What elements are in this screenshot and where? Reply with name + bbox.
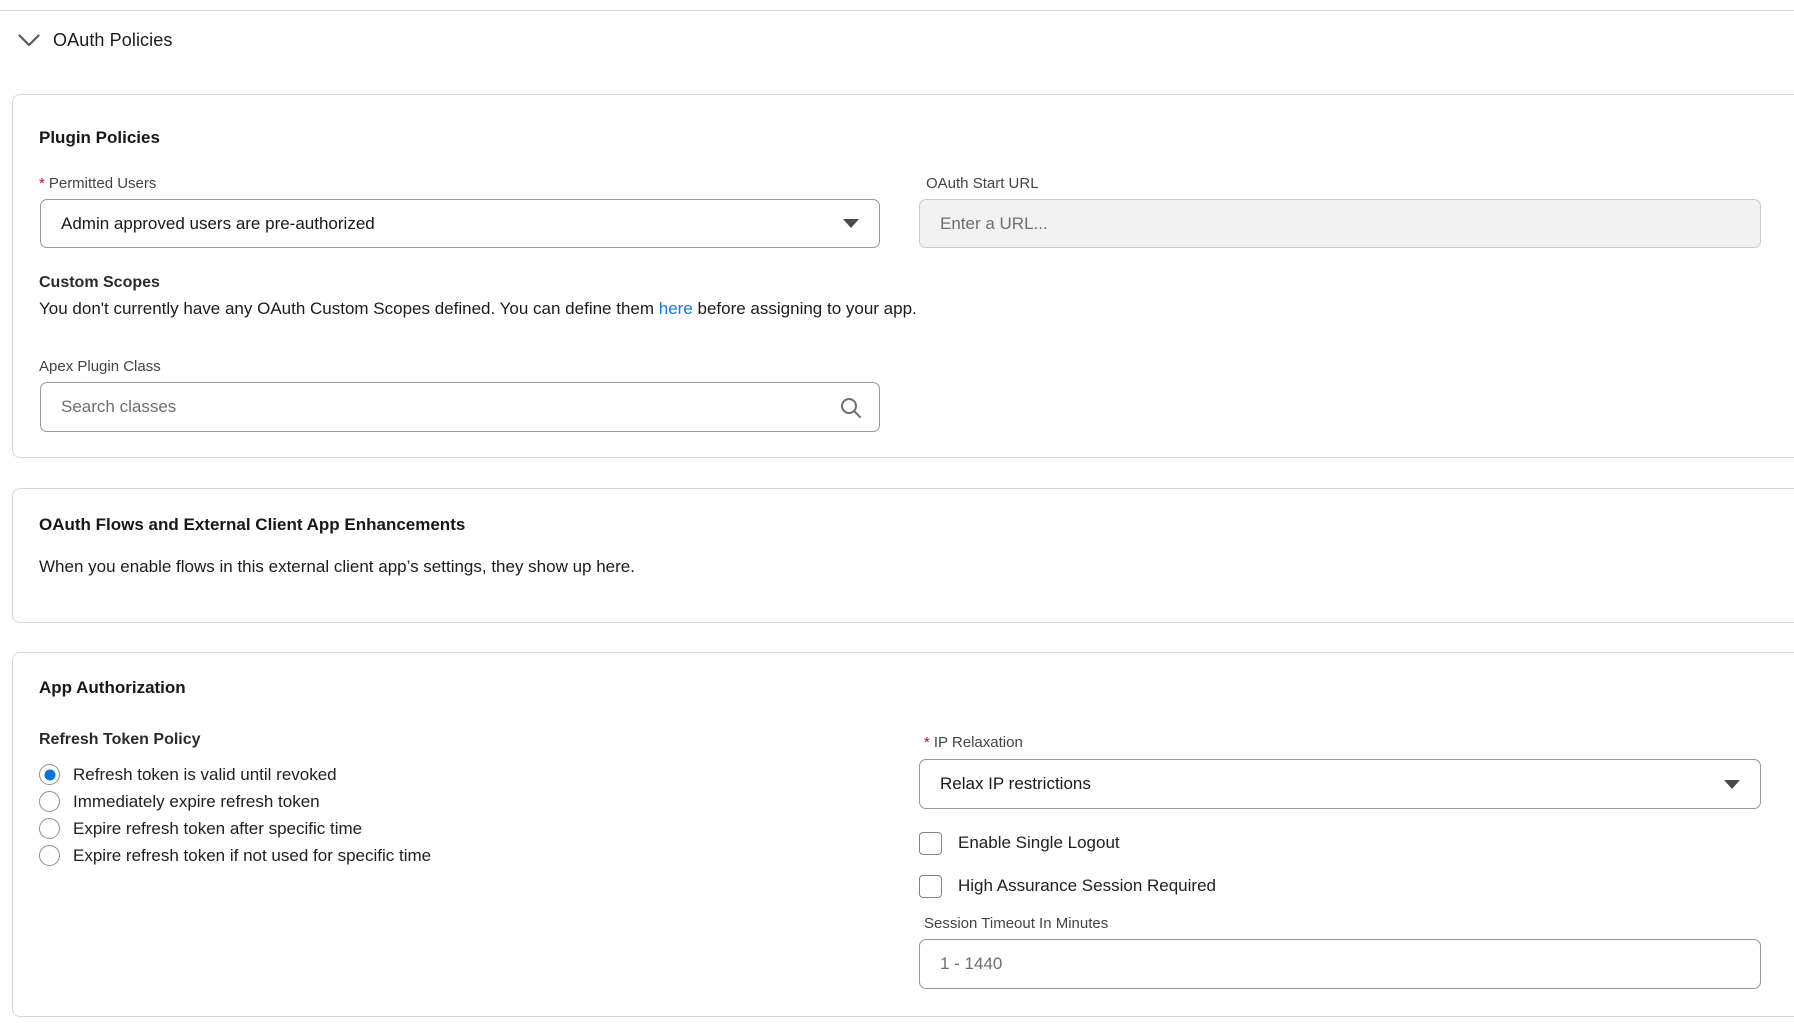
apex-plugin-class-search-input[interactable] <box>40 382 880 432</box>
radio-option-valid-until-revoked[interactable]: Refresh token is valid until revoked <box>39 761 431 788</box>
checkbox-label: High Assurance Session Required <box>958 876 1216 896</box>
enable-single-logout-row[interactable]: Enable Single Logout <box>919 831 1120 855</box>
required-asterisk: * <box>924 734 930 751</box>
plugin-policies-card: Plugin Policies *Permitted Users Admin a… <box>12 94 1794 458</box>
oauth-policies-section-header[interactable]: OAuth Policies <box>18 30 172 51</box>
chevron-down-icon[interactable] <box>18 34 40 47</box>
enable-single-logout-checkbox[interactable] <box>919 832 942 855</box>
oauth-flows-card: OAuth Flows and External Client App Enha… <box>12 488 1794 623</box>
session-timeout-label: Session Timeout In Minutes <box>924 915 1108 932</box>
oauth-policies-page: OAuth Policies Plugin Policies *Permitte… <box>0 0 1794 1030</box>
caret-down-icon <box>843 219 859 228</box>
app-authorization-card: App Authorization Refresh Token Policy R… <box>12 652 1794 1017</box>
required-asterisk: * <box>39 175 45 192</box>
radio-option-expire-after-time[interactable]: Expire refresh token after specific time <box>39 815 431 842</box>
custom-scopes-text: You don't currently have any OAuth Custo… <box>39 299 917 319</box>
top-divider <box>0 10 1794 11</box>
app-authorization-heading: App Authorization <box>39 678 186 698</box>
ip-relaxation-value: Relax IP restrictions <box>940 774 1091 794</box>
radio-label: Expire refresh token if not used for spe… <box>73 846 431 866</box>
caret-down-icon <box>1724 780 1740 789</box>
oauth-flows-heading: OAuth Flows and External Client App Enha… <box>39 515 465 535</box>
radio-button[interactable] <box>39 845 60 866</box>
oauth-flows-description: When you enable flows in this external c… <box>39 557 635 577</box>
refresh-token-policy-radio-group: Refresh token is valid until revoked Imm… <box>39 761 431 869</box>
ip-relaxation-label: *IP Relaxation <box>924 734 1023 751</box>
radio-label: Immediately expire refresh token <box>73 792 320 812</box>
high-assurance-session-checkbox[interactable] <box>919 875 942 898</box>
oauth-start-url-input[interactable] <box>919 199 1761 248</box>
high-assurance-session-row[interactable]: High Assurance Session Required <box>919 874 1216 898</box>
permitted-users-select[interactable]: Admin approved users are pre-authorized <box>40 199 880 248</box>
permitted-users-label: *Permitted Users <box>39 175 156 192</box>
custom-scopes-text-before: You don't currently have any OAuth Custo… <box>39 299 659 318</box>
plugin-policies-heading: Plugin Policies <box>39 128 160 148</box>
radio-option-immediately-expire[interactable]: Immediately expire refresh token <box>39 788 431 815</box>
radio-button[interactable] <box>39 818 60 839</box>
checkbox-label: Enable Single Logout <box>958 833 1120 853</box>
custom-scopes-text-after: before assigning to your app. <box>693 299 917 318</box>
permitted-users-value: Admin approved users are pre-authorized <box>61 214 375 234</box>
oauth-start-url-label: OAuth Start URL <box>926 175 1039 192</box>
ip-relaxation-select[interactable]: Relax IP restrictions <box>919 759 1761 809</box>
radio-label: Refresh token is valid until revoked <box>73 765 337 785</box>
session-timeout-input[interactable] <box>919 939 1761 989</box>
section-title: OAuth Policies <box>53 30 172 51</box>
radio-option-expire-if-not-used[interactable]: Expire refresh token if not used for spe… <box>39 842 431 869</box>
radio-button[interactable] <box>39 791 60 812</box>
apex-plugin-class-label: Apex Plugin Class <box>39 358 161 375</box>
radio-label: Expire refresh token after specific time <box>73 819 362 839</box>
custom-scopes-label: Custom Scopes <box>39 274 160 292</box>
refresh-token-policy-label: Refresh Token Policy <box>39 731 201 749</box>
radio-button[interactable] <box>39 764 60 785</box>
custom-scopes-here-link[interactable]: here <box>659 299 693 318</box>
